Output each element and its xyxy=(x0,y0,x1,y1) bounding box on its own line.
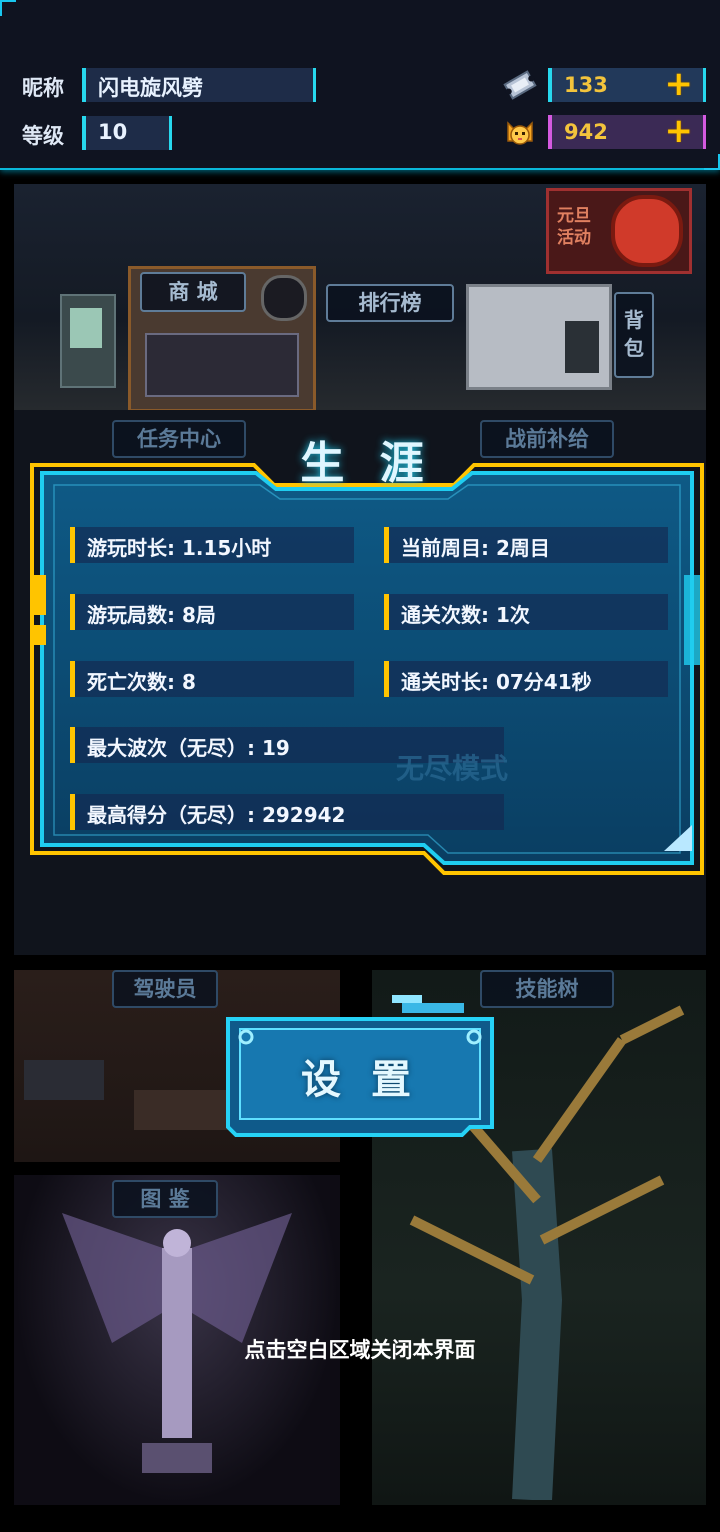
nickname-value: 闪电旋风劈 xyxy=(98,76,203,100)
stat-high-score: 最高得分（无尽）: 292942 xyxy=(70,794,504,830)
profile-bar: 昵称 闪电旋风劈 等级 10 133 + 942 + xyxy=(0,0,720,170)
cat-coin-icon xyxy=(503,115,537,149)
stat-death-count: 死亡次数: 8 xyxy=(70,661,354,697)
stat-current-cycle: 当前周目: 2周目 xyxy=(384,527,668,563)
lobby-room: 商 城 排行榜 元旦活动 背包 xyxy=(14,184,706,412)
career-panel: 生 涯 游玩时长: 1.15小时 当前周目: 2周目 游玩局数: 8局 通关次数… xyxy=(24,438,710,883)
corner-decoration xyxy=(0,0,16,16)
coin-amount: 942 xyxy=(564,120,608,144)
ticket-amount: 133 xyxy=(564,73,608,97)
corner-decoration xyxy=(704,154,720,170)
terminal-machine xyxy=(60,294,116,388)
machine xyxy=(466,284,612,390)
skill-tree-sign[interactable]: 技能树 xyxy=(480,970,614,1008)
codex-sign[interactable]: 图 鉴 xyxy=(112,1180,218,1218)
stat-play-time: 游玩时长: 1.15小时 xyxy=(70,527,354,563)
add-ticket-button[interactable]: + xyxy=(665,67,694,101)
level-value: 10 xyxy=(98,120,128,144)
shop-sign[interactable]: 商 城 xyxy=(140,272,246,312)
event-label: 元旦活动 xyxy=(557,206,591,248)
level-label: 等级 xyxy=(22,124,64,148)
ticket-icon xyxy=(503,68,537,102)
stat-clear-count: 通关次数: 1次 xyxy=(384,594,668,630)
event-banner[interactable]: 元旦活动 xyxy=(546,188,692,274)
ranking-sign[interactable]: 排行榜 xyxy=(326,284,454,322)
ticket-counter: 133 + xyxy=(548,67,706,102)
stat-clear-time: 通关时长: 07分41秒 xyxy=(384,661,668,697)
nickname-label: 昵称 xyxy=(22,76,64,100)
endless-mode-watermark: 无尽模式 xyxy=(396,752,509,785)
close-hint[interactable]: 点击空白区域关闭本界面 xyxy=(0,1334,720,1364)
coin-counter: 942 + xyxy=(548,114,706,149)
backpack-sign[interactable]: 背包 xyxy=(614,292,654,378)
pilot-sign[interactable]: 驾驶员 xyxy=(112,970,218,1008)
add-coin-button[interactable]: + xyxy=(665,114,694,148)
nickname-field[interactable]: 闪电旋风劈 xyxy=(82,68,316,102)
career-title: 生 涯 xyxy=(300,438,434,489)
stat-play-count: 游玩局数: 8局 xyxy=(70,594,354,630)
settings-label: 设 置 xyxy=(301,1057,419,1103)
settings-button[interactable]: 设 置 xyxy=(222,995,498,1137)
